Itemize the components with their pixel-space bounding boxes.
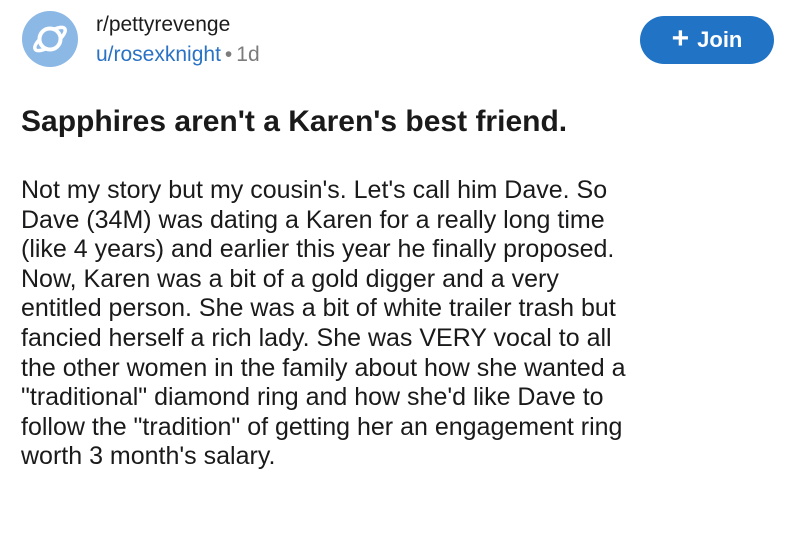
reddit-post: r/pettyrevenge u/rosexknight • 1d + Join S…	[0, 0, 800, 546]
post-meta: r/pettyrevenge u/rosexknight • 1d	[96, 12, 260, 70]
post-body-line: (like 4 years) and earlier this year he …	[21, 235, 615, 264]
subreddit-avatar-icon[interactable]	[22, 11, 78, 67]
post-body-line: Dave (34M) was dating a Karen for a real…	[21, 205, 605, 234]
post-body: Not my story but my cousin's. Let's call…	[21, 176, 791, 472]
post-body-line: Now, Karen was a bit of a gold digger an…	[21, 264, 559, 293]
post-body-line: follow the "tradition" of getting her an…	[21, 412, 623, 441]
post-body-line: worth 3 month's salary.	[21, 442, 276, 471]
join-label: Join	[697, 27, 743, 52]
author-link[interactable]: u/rosexknight	[96, 43, 221, 66]
subreddit-name[interactable]: r/pettyrevenge	[96, 12, 260, 38]
post-body-line: "traditional" diamond ring and how she'd…	[21, 383, 604, 412]
planet-icon	[33, 25, 67, 53]
post-header: r/pettyrevenge u/rosexknight • 1d + Join	[22, 10, 782, 72]
join-button[interactable]: + Join	[640, 16, 774, 64]
post-body-line: fancied herself a rich lady. She was VER…	[21, 323, 612, 352]
separator-dot: •	[224, 43, 233, 66]
plus-icon: +	[671, 21, 690, 55]
post-body-line: entitled person. She was a bit of white …	[21, 294, 616, 323]
post-age: 1d	[236, 43, 260, 66]
author-line: u/rosexknight • 1d	[96, 40, 260, 70]
post-title[interactable]: Sapphires aren't a Karen's best friend.	[21, 102, 781, 142]
post-body-line: Not my story but my cousin's. Let's call…	[21, 176, 608, 204]
post-body-line: the other women in the family about how …	[21, 353, 626, 382]
